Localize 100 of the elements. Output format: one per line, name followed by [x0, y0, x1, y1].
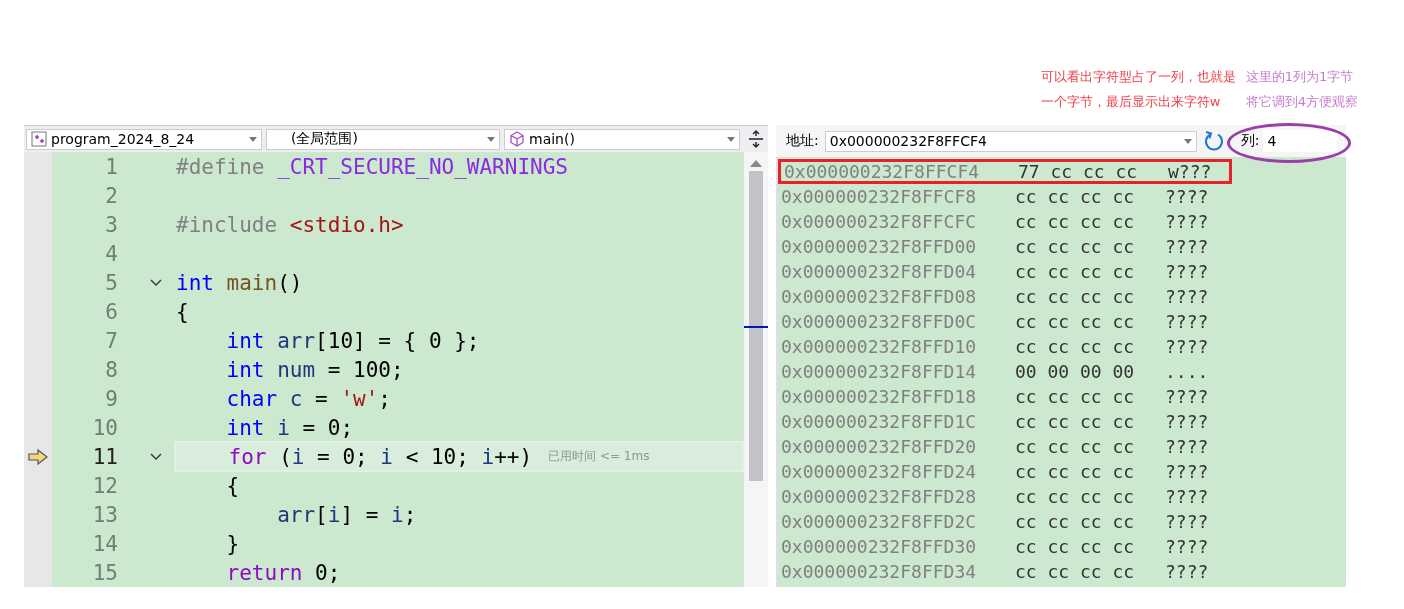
code-line: char c = 'w'; [225, 386, 391, 411]
memory-address: 0x000000232F8FFD18 [780, 386, 978, 407]
code-line: int num = 100; [225, 357, 404, 382]
code-line: arr[i] = i; [276, 502, 417, 527]
memory-bytes: cc cc cc cc [1015, 511, 1136, 532]
line-number: 14 [91, 531, 118, 556]
memory-chars: ???? [1165, 486, 1209, 507]
memory-chars: ???? [1165, 411, 1209, 432]
line-number: 1 [104, 154, 118, 179]
memory-bytes: cc cc cc cc [1015, 336, 1136, 357]
annotation-note: 可以看出字符型占了一列，也就是 一个字节，最后显示出来字符w [1040, 68, 1236, 111]
code-line: { [176, 299, 189, 324]
memory-chars: w??? [1168, 161, 1212, 182]
memory-bytes: cc cc cc cc [1015, 261, 1136, 282]
memory-chars: ???? [1165, 211, 1209, 232]
memory-bytes: cc cc cc cc [1015, 186, 1136, 207]
memory-bytes: 00 00 00 00 [1015, 361, 1136, 382]
collapse-chevron-icon[interactable] [150, 452, 162, 461]
annotation-note: 这里的1列为1字节 将它调到4方便观察 [1245, 68, 1358, 111]
memory-address: 0x000000232F8FFD30 [780, 536, 978, 557]
memory-chars: ???? [1165, 386, 1209, 407]
memory-bytes: cc cc cc cc [1015, 386, 1136, 407]
memory-chars: ???? [1165, 436, 1209, 457]
memory-bytes: cc cc cc cc [1015, 436, 1136, 457]
scroll-up-icon[interactable] [750, 160, 762, 167]
address-label: 地址: [786, 132, 819, 150]
memory-bytes: cc cc cc cc [1015, 561, 1136, 582]
memory-address: 0x000000232F8FFD1C [780, 411, 978, 432]
memory-bytes: cc cc cc cc [1015, 536, 1136, 557]
memory-chars: ???? [1165, 286, 1209, 307]
line-number: 11 [91, 444, 118, 469]
memory-bytes: cc cc cc cc [1015, 486, 1136, 507]
memory-address: 0x000000232F8FFCF4 [783, 161, 981, 182]
memory-address: 0x000000232F8FFD14 [780, 361, 978, 382]
line-number: 3 [104, 212, 118, 237]
memory-address: 0x000000232F8FFD34 [780, 561, 978, 582]
refresh-icon[interactable] [1202, 130, 1225, 152]
memory-address: 0x000000232F8FFD08 [780, 286, 978, 307]
code-line: int arr[10] = { 0 }; [225, 328, 480, 353]
memory-address: 0x000000232F8FFD2C [780, 511, 978, 532]
line-number: 4 [104, 241, 118, 266]
line-number: 7 [104, 328, 118, 353]
memory-bytes: cc cc cc cc [1015, 286, 1136, 307]
line-number: 15 [91, 560, 118, 585]
memory-address: 0x000000232F8FFD20 [780, 436, 978, 457]
memory-chars: ???? [1165, 261, 1209, 282]
memory-bytes: cc cc cc cc [1015, 236, 1136, 257]
member-dropdown[interactable]: main() [504, 128, 740, 150]
code-line: #define _CRT_SECURE_NO_WARNINGS [176, 154, 568, 179]
code-line: #include <stdio.h> [176, 212, 404, 237]
project-dropdown[interactable]: program_2024_8_24 [26, 128, 262, 150]
memory-chars: ???? [1165, 186, 1209, 207]
line-number: 9 [104, 386, 118, 411]
memory-bytes: cc cc cc cc [1015, 311, 1136, 332]
code-line: return 0; [225, 560, 341, 585]
memory-address: 0x000000232F8FFD10 [780, 336, 978, 357]
code-line: } [225, 531, 240, 556]
scope-dropdown[interactable]: (全局范围) [266, 128, 500, 150]
caret-icon [727, 136, 735, 142]
project-icon [31, 131, 47, 147]
code-line: for (i = 0; i < 10; i++) [227, 444, 533, 469]
columns-field[interactable]: 4 [1263, 130, 1338, 152]
collapse-chevron-icon[interactable] [150, 278, 162, 287]
memory-bytes: cc cc cc cc [1015, 461, 1136, 482]
memory-bytes: cc cc cc cc [1015, 411, 1136, 432]
memory-chars: ???? [1165, 336, 1209, 357]
columns-label: 列: [1240, 132, 1260, 150]
line-number: 12 [91, 473, 118, 498]
line-number: 8 [104, 357, 118, 382]
line-number: 6 [104, 299, 118, 324]
caret-icon [1183, 138, 1192, 144]
memory-chars: ???? [1165, 561, 1209, 582]
line-number: 10 [91, 415, 118, 440]
line-number: 13 [91, 502, 118, 527]
memory-chars: .... [1165, 361, 1209, 382]
memory-address: 0x000000232F8FFD04 [780, 261, 978, 282]
memory-chars: ???? [1165, 236, 1209, 257]
memory-address: 0x000000232F8FFD0C [780, 311, 978, 332]
memory-chars: ???? [1165, 461, 1209, 482]
memory-chars: ???? [1165, 511, 1209, 532]
caret-icon [487, 136, 495, 142]
code-line: { [225, 473, 240, 498]
line-number: 5 [104, 270, 118, 295]
address-dropdown[interactable]: 0x000000232F8FFCF4 [824, 130, 1197, 152]
memory-address: 0x000000232F8FFCFC [780, 211, 978, 232]
memory-address: 0x000000232F8FFD24 [780, 461, 978, 482]
split-icon[interactable] [748, 130, 764, 148]
cube-icon [509, 131, 525, 147]
line-number: 2 [104, 183, 118, 208]
elapsed-time-hint: 已用时间 <= 1ms [548, 448, 650, 465]
code-line: int i = 0; [225, 415, 354, 440]
caret-icon [249, 136, 257, 142]
memory-chars: ???? [1165, 311, 1209, 332]
memory-address: 0x000000232F8FFD00 [780, 236, 978, 257]
memory-address: 0x000000232F8FFCF8 [780, 186, 978, 207]
memory-chars: ???? [1165, 536, 1209, 557]
memory-bytes: 77 cc cc cc [1018, 161, 1139, 182]
code-line: int main() [176, 270, 303, 295]
memory-bytes: cc cc cc cc [1015, 211, 1136, 232]
position-marker [744, 326, 768, 328]
